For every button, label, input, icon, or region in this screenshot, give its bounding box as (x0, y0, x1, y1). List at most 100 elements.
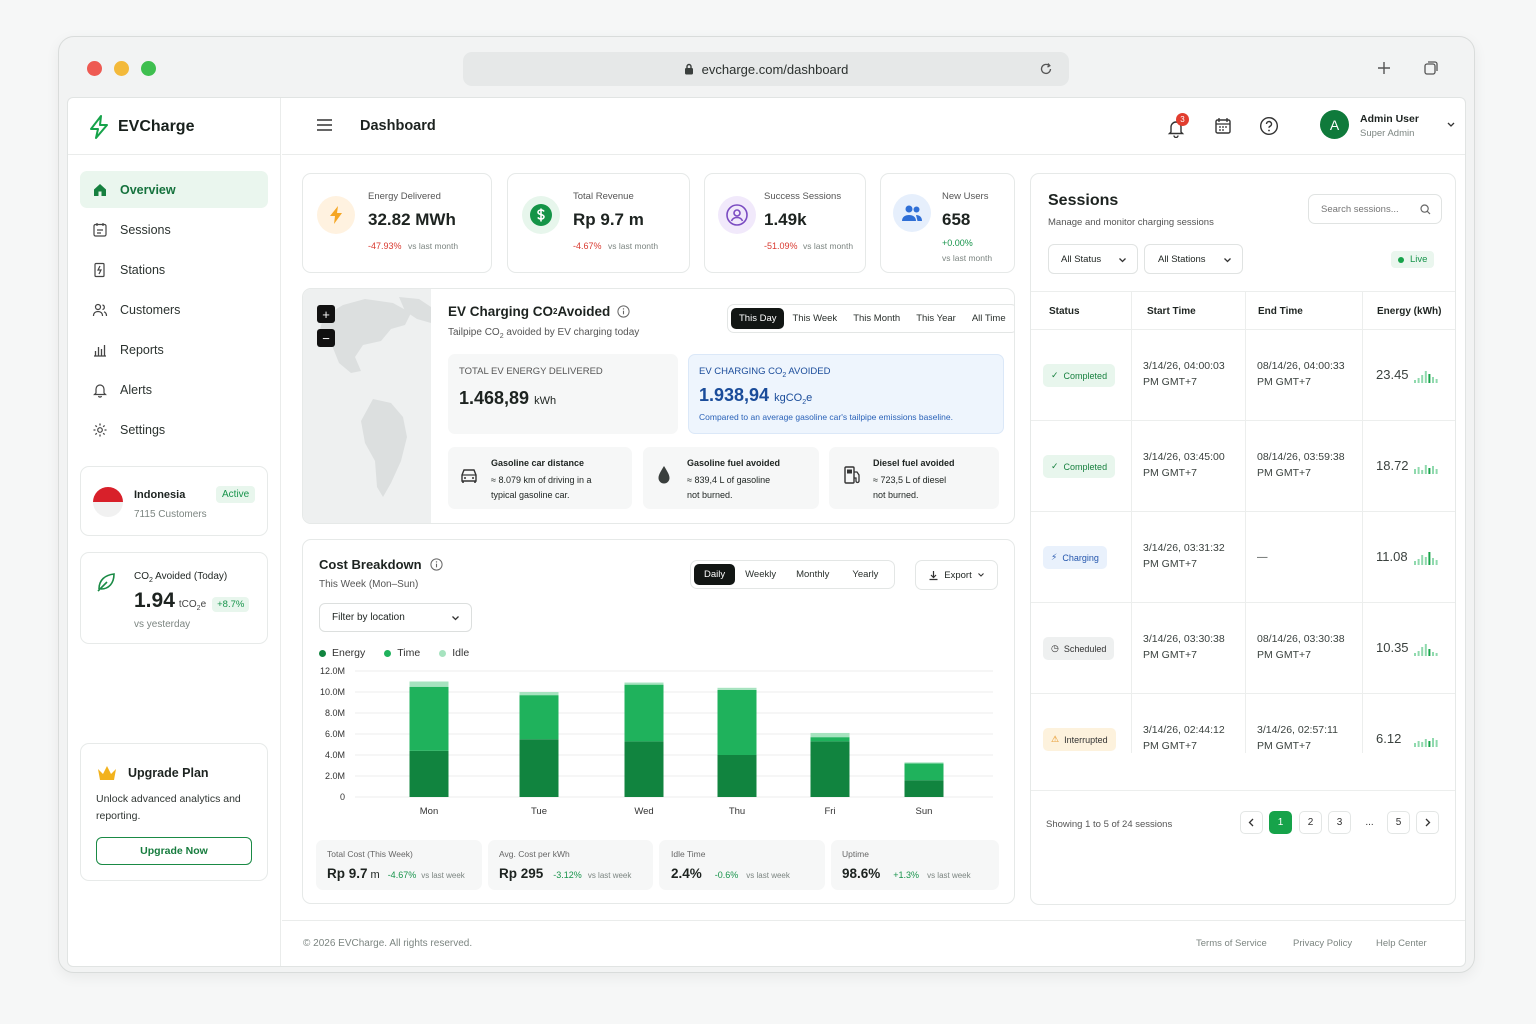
info-icon[interactable] (429, 558, 443, 571)
help-icon[interactable] (1259, 116, 1279, 136)
footer-link-terms[interactable]: Terms of Service (1196, 938, 1267, 949)
brand-logo[interactable]: EVCharge (88, 114, 194, 140)
bar-time-wed[interactable] (624, 684, 664, 742)
sparkline-bar (1424, 465, 1427, 474)
reload-icon[interactable] (1039, 62, 1053, 76)
bar-idle-mon[interactable] (409, 681, 449, 687)
column-end-time[interactable]: End Time (1258, 292, 1303, 330)
tab-this-month[interactable]: This Month (845, 308, 908, 329)
sparkline-bar (1428, 552, 1431, 565)
legend-idle[interactable]: Idle (439, 647, 469, 659)
table-row[interactable]: ◷ Scheduled 3/14/26, 03:30:38 PM GMT+7 08/… (1031, 602, 1455, 693)
upgrade-now-button[interactable]: Upgrade Now (96, 837, 252, 865)
bar-energy-sun[interactable] (904, 780, 944, 797)
download-icon (929, 570, 938, 580)
bar-idle-thu[interactable] (717, 687, 757, 690)
table-row[interactable]: ✓ Completed 3/14/26, 03:45:00 PM GMT+7 08/… (1031, 420, 1455, 511)
column-status[interactable]: Status (1049, 292, 1080, 330)
bar-time-thu[interactable] (717, 689, 757, 755)
new-tab-icon[interactable] (1377, 61, 1391, 75)
bar-energy-mon[interactable] (409, 750, 449, 797)
bar-time-mon[interactable] (409, 686, 449, 751)
tab-monthly[interactable]: Monthly (786, 564, 839, 585)
menu-icon[interactable] (316, 118, 333, 132)
page-button-1[interactable]: 1 (1269, 811, 1292, 834)
legend-time[interactable]: Time (384, 647, 420, 659)
station-filter-select[interactable]: All Stations (1144, 244, 1243, 274)
address-bar[interactable]: evcharge.com/dashboard (463, 52, 1069, 86)
bar-time-sun[interactable] (904, 763, 944, 781)
page-button-3[interactable]: 3 (1328, 811, 1351, 834)
sidebar-item-customers[interactable]: Customers (80, 291, 268, 328)
status-badge-scheduled: ◷ Scheduled (1043, 637, 1115, 660)
calendar-icon[interactable] (1214, 117, 1232, 135)
chevron-down-icon (977, 573, 984, 577)
start-time-cell: 3/14/26, 03:30:38 PM GMT+7 (1143, 633, 1225, 661)
minimize-window-button[interactable] (114, 61, 129, 76)
footer-link-help[interactable]: Help Center (1376, 938, 1427, 949)
maximize-window-button[interactable] (141, 61, 156, 76)
world-map[interactable]: + − (303, 289, 431, 523)
kpi-value: 1.49k (764, 210, 807, 229)
tab-this-day[interactable]: This Day (731, 308, 785, 329)
table-row[interactable]: ⚡ Charging 3/14/26, 03:31:32 PM GMT+7 — 11… (1031, 511, 1455, 602)
prev-page-button[interactable] (1240, 811, 1263, 834)
notifications-button[interactable]: 3 (1166, 113, 1189, 138)
status-filter-select[interactable]: All Status (1048, 244, 1138, 274)
sparkline-bar (1435, 560, 1438, 565)
sidebar-item-alerts[interactable]: Alerts (80, 371, 268, 408)
column-energy[interactable]: Energy (kWh) (1377, 292, 1441, 330)
upgrade-title: Upgrade Plan (128, 766, 209, 780)
sidebar-item-reports[interactable]: Reports (80, 331, 268, 368)
x-tick-label: Fri (824, 806, 835, 817)
bar-idle-tue[interactable] (519, 692, 559, 696)
page-button-5[interactable]: 5 (1387, 811, 1410, 834)
user-menu[interactable]: A Admin User Super Admin (1308, 110, 1465, 144)
bar-idle-fri[interactable] (810, 732, 850, 738)
page-button-2[interactable]: 2 (1299, 811, 1322, 834)
bar-energy-thu[interactable] (717, 755, 757, 797)
status-badge-completed: ✓ Completed (1043, 455, 1116, 478)
next-page-button[interactable] (1416, 811, 1439, 834)
tab-this-year[interactable]: This Year (908, 308, 964, 329)
sidebar-item-stations[interactable]: Stations (80, 251, 268, 288)
bar-idle-sun[interactable] (904, 762, 944, 764)
tab-yearly[interactable]: Yearly (839, 564, 891, 585)
bar-energy-wed[interactable] (624, 741, 664, 797)
bar-energy-tue[interactable] (519, 739, 559, 797)
zoom-out-button[interactable]: − (317, 329, 335, 347)
fact-title: Gasoline fuel avoided (687, 458, 781, 468)
export-button[interactable]: Export (915, 560, 998, 590)
close-window-button[interactable] (87, 61, 102, 76)
kpi-compare: vs last month (803, 241, 854, 251)
sparkline-bar (1417, 741, 1420, 747)
legend-energy[interactable]: Energy (319, 647, 365, 659)
info-icon[interactable] (617, 305, 630, 318)
bar-chart-icon (94, 344, 106, 357)
tabs-overview-icon[interactable] (1423, 60, 1439, 76)
bar-energy-fri[interactable] (810, 741, 850, 797)
bar-idle-wed[interactable] (624, 682, 664, 685)
tab-all-time[interactable]: All Time (964, 308, 1014, 329)
sidebar-item-settings[interactable]: Settings (80, 411, 268, 448)
sidebar-item-overview[interactable]: Overview (80, 171, 268, 208)
tab-daily[interactable]: Daily (694, 564, 736, 585)
footer: © 2026 EVCharge. All rights reserved. Te… (282, 920, 1465, 966)
pagination: 1 2 3 ... 5 (1240, 811, 1440, 835)
region-card[interactable]: Indonesia Active 7115 Customers (80, 466, 268, 536)
sidebar-item-sessions[interactable]: Sessions (80, 211, 268, 248)
cost-subtitle: This Week (Mon–Sun) (319, 579, 419, 590)
zoom-in-button[interactable]: + (317, 305, 335, 323)
location-filter-select[interactable]: Filter by location (319, 603, 472, 632)
energy-cell: 18.72 (1376, 458, 1409, 473)
tab-weekly[interactable]: Weekly (735, 564, 786, 585)
table-row[interactable]: ⚠ Interrupted 3/14/26, 02:44:12 PM GMT+7 3… (1031, 693, 1455, 753)
footer-link-privacy[interactable]: Privacy Policy (1293, 938, 1352, 949)
sparkline-bar (1428, 741, 1431, 747)
bar-time-fri[interactable] (810, 737, 850, 742)
sessions-search-input[interactable] (1309, 195, 1419, 223)
column-start-time[interactable]: Start Time (1147, 292, 1196, 330)
table-row[interactable]: ✓ Completed 3/14/26, 04:00:03 PM GMT+7 08/… (1031, 329, 1455, 420)
tab-this-week[interactable]: This Week (784, 308, 845, 329)
bar-time-tue[interactable] (519, 695, 559, 740)
